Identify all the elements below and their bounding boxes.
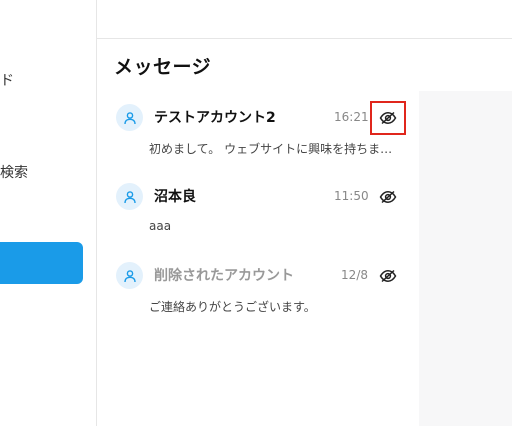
- message-preview: 初めまして。 ウェブサイトに興味を持ちま…: [149, 142, 393, 156]
- sidebar-item-search[interactable]: 検索: [0, 162, 28, 182]
- page-title: メッセージ: [114, 56, 212, 78]
- message-item[interactable]: 沼本良 11:50 aaa: [116, 183, 406, 253]
- eye-off-icon: [379, 269, 397, 283]
- sidebar: ド 検索: [0, 0, 97, 426]
- eye-off-icon: [379, 111, 397, 125]
- user-icon: [123, 190, 136, 203]
- message-time: 11:50: [334, 189, 369, 203]
- hide-message-button[interactable]: [378, 188, 398, 206]
- avatar: [116, 104, 143, 131]
- hide-message-button[interactable]: [378, 267, 398, 285]
- user-icon: [123, 269, 136, 282]
- message-time: 12/8: [341, 268, 368, 282]
- message-sender-name: 削除されたアカウント: [154, 268, 294, 284]
- message-sender-name: 沼本良: [154, 189, 196, 205]
- message-item[interactable]: 削除されたアカウント 12/8 ご連絡ありがとうございます。: [116, 262, 406, 332]
- message-preview: ご連絡ありがとうございます。: [149, 300, 316, 314]
- message-time: 16:21: [334, 110, 369, 124]
- eye-off-icon: [379, 190, 397, 204]
- top-bar: [97, 0, 512, 39]
- avatar: [116, 183, 143, 210]
- message-detail-pane: [419, 91, 512, 426]
- hide-message-button[interactable]: [370, 101, 406, 135]
- message-preview: aaa: [149, 219, 172, 233]
- sidebar-item-label[interactable]: ド: [0, 70, 14, 90]
- message-item[interactable]: テストアカウント2 16:21 初めまして。 ウェブサイトに興味を持ちま…: [116, 101, 406, 174]
- avatar: [116, 262, 143, 289]
- user-icon: [123, 111, 136, 124]
- sidebar-primary-button[interactable]: [0, 242, 83, 284]
- message-sender-name: テストアカウント2: [154, 110, 276, 126]
